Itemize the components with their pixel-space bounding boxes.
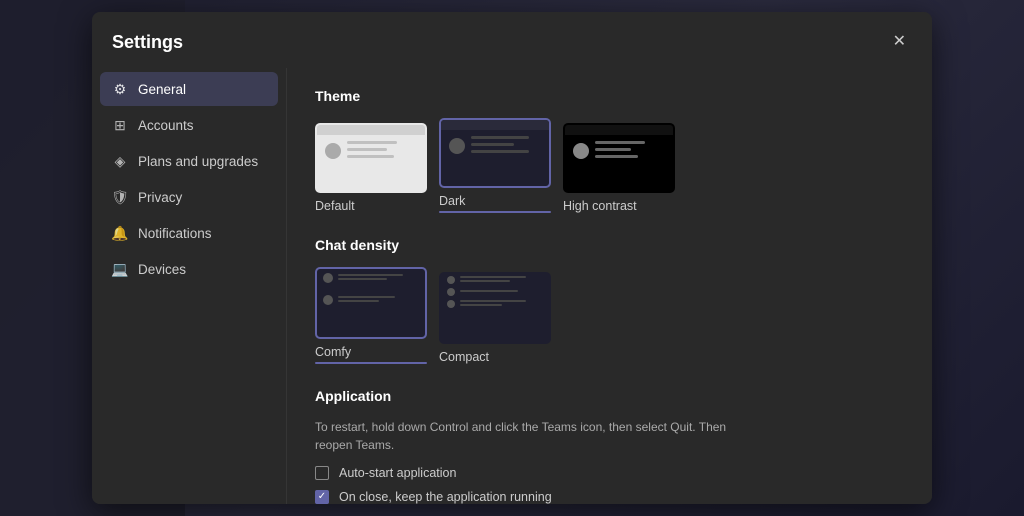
sidebar-label-general: General [138, 82, 186, 97]
sidebar-item-privacy[interactable]: 🛡 Privacy [100, 180, 278, 214]
settings-dialog: Settings ✕ ⚙ General ⊞ Accounts ◈ Plans and u… [92, 12, 932, 504]
close-button[interactable]: ✕ [887, 30, 912, 54]
sidebar-label-plans: Plans and upgrades [138, 154, 258, 169]
settings-content: Theme Default [287, 68, 932, 504]
plans-icon: ◈ [112, 153, 128, 169]
autostart-checkbox[interactable] [315, 466, 329, 480]
theme-item-default[interactable]: Default [315, 123, 427, 213]
theme-preview-dark [439, 118, 551, 188]
theme-label-default: Default [315, 199, 355, 213]
privacy-icon: 🛡 [112, 189, 128, 205]
general-icon: ⚙ [112, 81, 128, 97]
theme-item-highcontrast[interactable]: High contrast [563, 123, 675, 213]
application-section-title: Application [315, 388, 904, 404]
application-section: Application To restart, hold down Contro… [315, 388, 904, 504]
dark-selected-indicator [439, 211, 551, 213]
dialog-header: Settings ✕ [92, 12, 932, 68]
keeprunning-checkbox[interactable] [315, 490, 329, 504]
settings-sidebar: ⚙ General ⊞ Accounts ◈ Plans and upgrades 🛡 Pri… [92, 68, 287, 504]
application-description: To restart, hold down Control and click … [315, 418, 735, 454]
theme-preview-default [315, 123, 427, 193]
dialog-body: ⚙ General ⊞ Accounts ◈ Plans and upgrades 🛡 Pri… [92, 68, 932, 504]
density-item-compact[interactable]: Compact [439, 272, 551, 364]
density-label-comfy: Comfy [315, 345, 351, 359]
checkbox-autostart[interactable]: Auto-start application [315, 466, 904, 480]
sidebar-label-devices: Devices [138, 262, 186, 277]
sidebar-item-accounts[interactable]: ⊞ Accounts [100, 108, 278, 142]
density-row: Comfy [315, 267, 904, 364]
theme-section-title: Theme [315, 88, 904, 104]
theme-label-hc: High contrast [563, 199, 637, 213]
notifications-icon: 🔔 [112, 225, 128, 241]
sidebar-item-devices[interactable]: 💻 Devices [100, 252, 278, 286]
density-preview-compact [439, 272, 551, 344]
checkbox-keeprunning[interactable]: On close, keep the application running [315, 490, 904, 504]
accounts-icon: ⊞ [112, 117, 128, 133]
density-preview-comfy [315, 267, 427, 339]
theme-preview-hc [563, 123, 675, 193]
sidebar-label-privacy: Privacy [138, 190, 182, 205]
sidebar-item-notifications[interactable]: 🔔 Notifications [100, 216, 278, 250]
comfy-selected-indicator [315, 362, 427, 364]
autostart-label: Auto-start application [339, 466, 456, 480]
density-label-compact: Compact [439, 350, 489, 364]
sidebar-item-plans[interactable]: ◈ Plans and upgrades [100, 144, 278, 178]
theme-label-dark: Dark [439, 194, 465, 208]
sidebar-label-notifications: Notifications [138, 226, 212, 241]
theme-row: Default Dark [315, 118, 904, 213]
sidebar-label-accounts: Accounts [138, 118, 194, 133]
devices-icon: 💻 [112, 261, 128, 277]
density-section-title: Chat density [315, 237, 904, 253]
keeprunning-label: On close, keep the application running [339, 490, 552, 504]
theme-item-dark[interactable]: Dark [439, 118, 551, 213]
dialog-title: Settings [112, 32, 183, 53]
sidebar-item-general[interactable]: ⚙ General [100, 72, 278, 106]
density-item-comfy[interactable]: Comfy [315, 267, 427, 364]
